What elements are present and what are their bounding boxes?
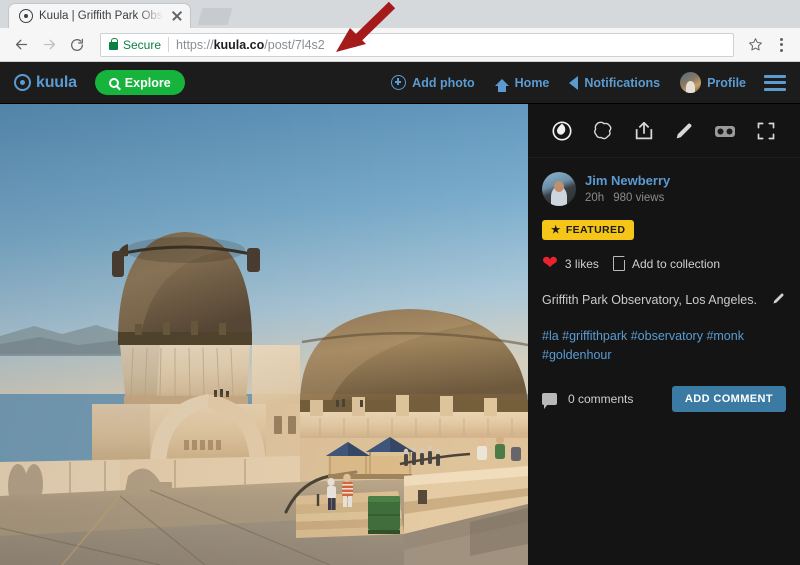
author-text: Jim Newberry 20h 980 views <box>585 172 673 206</box>
like-count: 3 likes <box>564 256 599 271</box>
post-tags[interactable]: #la #griffithpark #observatory #monk #go… <box>542 327 786 366</box>
post-age: 20h <box>585 191 605 204</box>
author-name[interactable]: Jim Newberry <box>585 172 673 190</box>
address-bar[interactable]: Secure https://kuula.co/post/7l4s2 <box>100 32 734 57</box>
app-body: Jim Newberry 20h 980 views ★ FEATURED ❤ 3… <box>0 104 800 565</box>
explore-label: Explore <box>124 75 171 90</box>
search-icon <box>108 77 119 88</box>
viewer-toolbar <box>528 104 800 158</box>
nav-item-home[interactable]: Home <box>494 75 550 92</box>
new-tab-icon[interactable] <box>197 8 233 25</box>
brand-name: kuula <box>36 73 77 91</box>
comment-count: 0 comments <box>568 391 634 406</box>
status-badge-featured: ★ FEATURED <box>542 220 635 240</box>
tab-title: Kuula | Griffith Park Obse <box>39 10 164 22</box>
nav-label-notifications: Notifications <box>584 75 661 90</box>
post-description: Griffith Park Observatory, Los Angeles. <box>542 293 757 307</box>
kuula-logo[interactable]: kuula <box>14 74 77 92</box>
featured-label: FEATURED <box>565 224 626 236</box>
nav-item-notifications[interactable]: Notifications <box>569 75 661 90</box>
security-indicator[interactable]: Secure <box>109 37 162 52</box>
kuula-circle-dot-icon <box>14 74 31 91</box>
reload-icon[interactable] <box>64 32 90 58</box>
plus-circle-icon <box>391 75 407 90</box>
heart-icon: ❤ <box>542 253 558 274</box>
nav-item-add-photo[interactable]: Add photo <box>391 75 475 90</box>
back-arrow-icon[interactable] <box>8 32 34 58</box>
post-views: 980 views <box>613 191 665 204</box>
star-icon[interactable] <box>742 32 768 58</box>
add-to-collection-button[interactable]: Add to collection <box>612 255 720 271</box>
post-sidebar: Jim Newberry 20h 980 views ★ FEATURED ❤ 3… <box>528 104 800 565</box>
explore-button[interactable]: Explore <box>94 70 185 95</box>
close-icon[interactable] <box>170 9 184 23</box>
home-icon <box>494 79 509 92</box>
kuula-circle-dot-icon <box>19 9 33 23</box>
share-icon[interactable] <box>631 118 657 144</box>
add-comment-button[interactable]: ADD COMMENT <box>671 385 786 412</box>
omnibox-divider <box>168 37 170 52</box>
tab-strip: Kuula | Griffith Park Obse <box>0 0 800 28</box>
avatar[interactable] <box>542 172 576 206</box>
browser-window: Kuula | Griffith Park Obse Secure https:… <box>0 0 800 565</box>
app-header: kuula Explore Add photo Home Notificatio… <box>0 62 800 104</box>
add-to-collection-label: Add to collection <box>631 256 720 271</box>
url-scheme: https:// <box>176 37 214 52</box>
comments-row: 0 comments ADD COMMENT <box>542 385 786 412</box>
avatar-icon <box>680 72 702 93</box>
url-host: kuula.co <box>213 37 265 52</box>
nav-label-profile: Profile <box>707 75 746 90</box>
edit-pencil-icon[interactable] <box>671 118 697 144</box>
forward-arrow-icon <box>36 32 62 58</box>
security-label: Secure <box>123 37 162 52</box>
nav-label-home: Home <box>514 75 550 90</box>
panorama-viewer[interactable] <box>0 104 528 565</box>
nav-label-add-photo: Add photo <box>412 75 475 90</box>
fullscreen-icon[interactable] <box>753 118 779 144</box>
kebab-menu-icon[interactable] <box>770 32 792 58</box>
post-author-row: Jim Newberry 20h 980 views <box>542 172 786 206</box>
bell-triangle-icon <box>569 75 579 90</box>
post-description-row: Griffith Park Observatory, Los Angeles. <box>542 291 786 311</box>
little-planet-icon[interactable] <box>590 118 616 144</box>
post-meta: 20h 980 views <box>585 190 673 206</box>
document-icon <box>612 255 626 271</box>
header-nav: Add photo Home Notifications Profile <box>391 72 746 93</box>
browser-toolbar: Secure https://kuula.co/post/7l4s2 <box>0 28 800 62</box>
kuula-app: kuula Explore Add photo Home Notificatio… <box>0 62 800 565</box>
panorama-image <box>0 104 528 565</box>
star-icon: ★ <box>551 224 561 236</box>
browser-tab[interactable]: Kuula | Griffith Park Obse <box>8 3 191 28</box>
post-actions: ❤ 3 likes Add to collection <box>542 254 786 273</box>
speech-bubble-icon <box>542 392 557 409</box>
url-path: /post/7l4s2 <box>264 37 325 52</box>
hamburger-menu-icon[interactable] <box>764 74 786 91</box>
edit-pencil-icon[interactable] <box>771 291 786 311</box>
post-details: Jim Newberry 20h 980 views ★ FEATURED ❤ 3… <box>528 158 800 412</box>
vr-goggles-icon[interactable] <box>712 118 738 144</box>
lock-icon <box>109 37 118 50</box>
like-button[interactable]: ❤ 3 likes <box>542 254 599 273</box>
url-text: https://kuula.co/post/7l4s2 <box>176 38 325 52</box>
nav-item-profile[interactable]: Profile <box>680 72 746 93</box>
sphere-view-icon[interactable] <box>549 118 575 144</box>
